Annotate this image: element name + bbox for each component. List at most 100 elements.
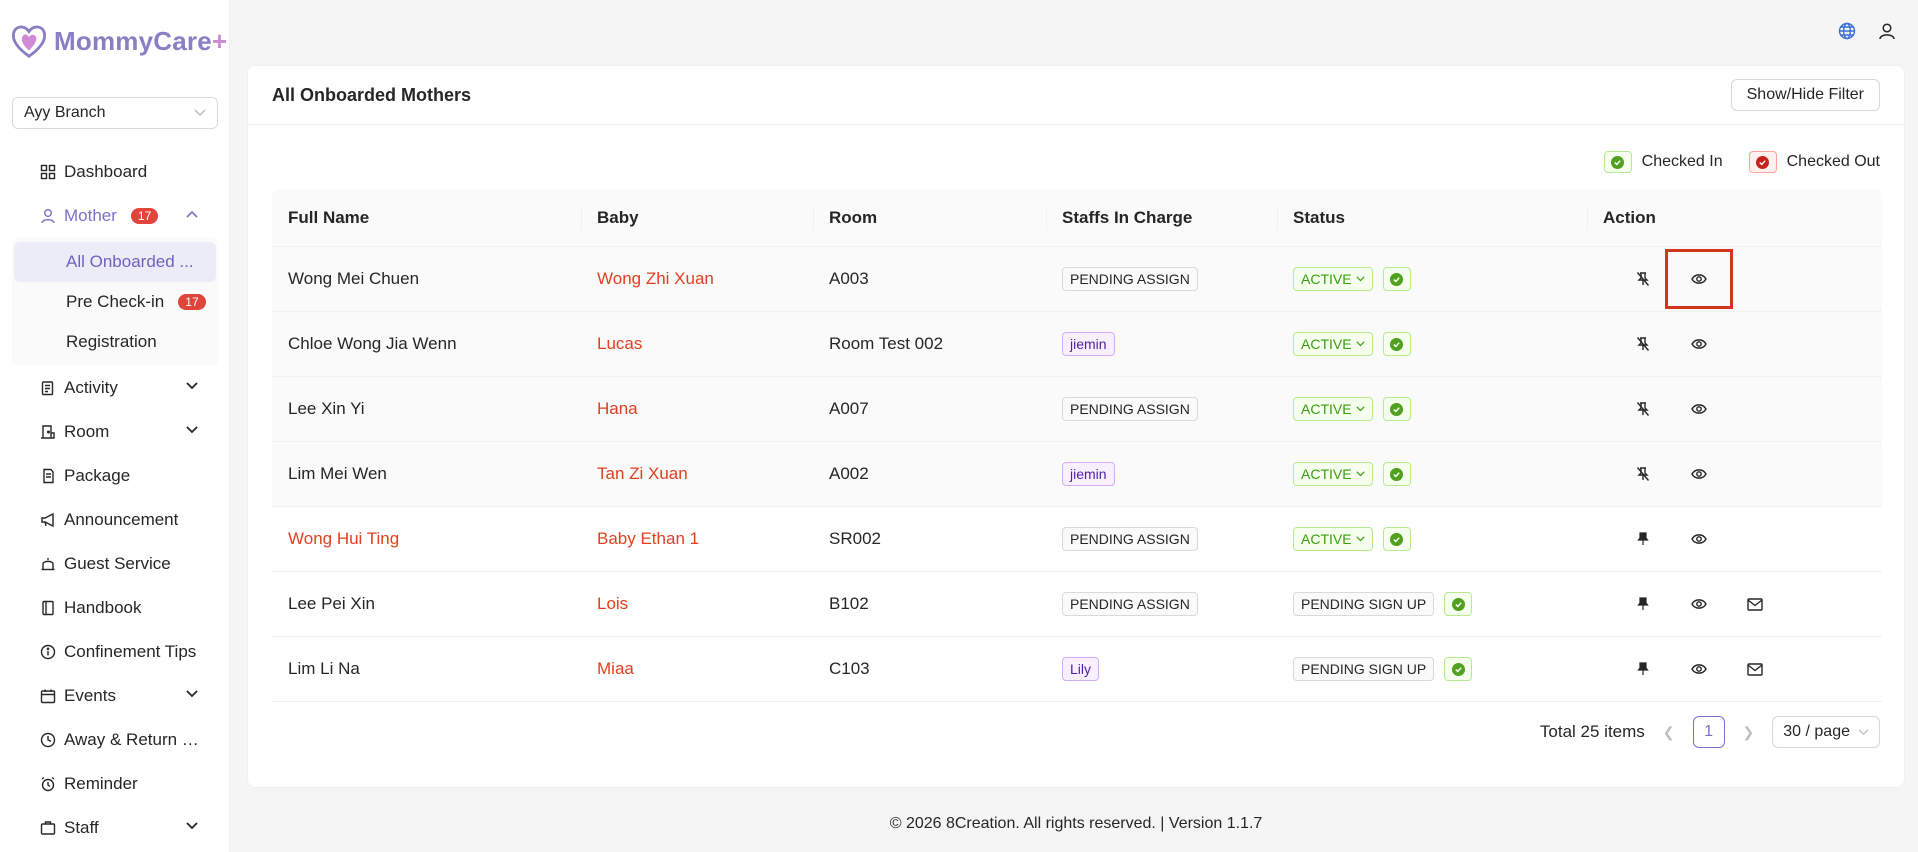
branch-select-value: Ayy Branch [24, 104, 106, 121]
eye-icon [1691, 404, 1707, 414]
cell-actions [1587, 247, 1882, 311]
page-size-select[interactable]: 30 / page [1772, 716, 1880, 748]
mother-name[interactable]: Wong Hui Ting [288, 529, 399, 549]
send-email-button[interactable] [1727, 576, 1783, 632]
status-dropdown[interactable]: ACTIVE [1293, 267, 1373, 291]
staff-tag: jiemin [1062, 462, 1115, 486]
status-value: ACTIVE [1301, 531, 1352, 547]
prev-page-icon[interactable]: ❮ [1663, 724, 1675, 741]
unpin-button[interactable] [1615, 381, 1671, 437]
view-button[interactable] [1671, 381, 1727, 437]
sidebar-item-registration[interactable]: Registration [14, 322, 216, 362]
sidebar-item-confinement-tips[interactable]: Confinement Tips [12, 630, 218, 674]
baby-link[interactable]: Hana [597, 399, 638, 419]
cell-actions [1587, 377, 1882, 441]
sidebar-item-label: Reminder [64, 774, 138, 793]
unpin-button[interactable] [1615, 446, 1671, 502]
status-value: ACTIVE [1301, 336, 1352, 352]
pagination: Total 25 items ❮ 1 ❯ 30 / page [1540, 716, 1880, 748]
table-row[interactable]: Lee Pei Xin Lois B102 PENDING ASSIGN PEN… [272, 572, 1882, 637]
status-legend: Checked In Checked Out [1603, 151, 1880, 173]
unpin-icon [1636, 467, 1650, 481]
globe-icon[interactable] [1838, 22, 1856, 40]
info-icon [40, 644, 56, 660]
status-dropdown[interactable]: ACTIVE [1293, 462, 1373, 486]
cell-staff: jiemin [1046, 312, 1277, 376]
unpin-button[interactable] [1615, 251, 1671, 307]
baby-link[interactable]: Baby Ethan 1 [597, 529, 699, 549]
cell-baby: Miaa [581, 637, 813, 701]
calendar-icon [40, 689, 56, 704]
baby-link[interactable]: Lois [597, 594, 628, 614]
table-row[interactable]: Lim Mei Wen Tan Zi Xuan A002 jiemin ACTI… [272, 442, 1882, 507]
book-icon [42, 600, 54, 616]
sidebar-item-all-onboarded[interactable]: All Onboarded ... [14, 242, 216, 282]
view-button[interactable] [1671, 446, 1727, 502]
pin-button[interactable] [1615, 511, 1671, 567]
unpin-icon [1636, 272, 1650, 286]
cell-actions [1587, 442, 1882, 506]
pin-button[interactable] [1615, 641, 1671, 697]
sidebar-item-reminder[interactable]: Reminder [12, 762, 218, 806]
table-row[interactable]: Wong Hui Ting Baby Ethan 1 SR002 PENDING… [272, 507, 1882, 572]
table-row[interactable]: Wong Mei Chuen Wong Zhi Xuan A003 PENDIN… [272, 247, 1882, 312]
show-hide-filter-button[interactable]: Show/Hide Filter [1730, 79, 1880, 111]
sidebar-item-package[interactable]: Package [12, 454, 218, 498]
branch-select[interactable]: Ayy Branch [12, 97, 218, 129]
sidebar-item-events[interactable]: Events [12, 674, 218, 718]
sidebar-item-mother[interactable]: Mother 17 [12, 194, 218, 238]
sidebar-item-staff[interactable]: Staff [12, 806, 218, 850]
sidebar-item-label: Away & Return L... [64, 730, 204, 749]
room-value: A003 [829, 269, 869, 288]
user-account-icon[interactable] [1878, 22, 1896, 40]
cell-baby: Baby Ethan 1 [581, 507, 813, 571]
chevron-down-icon [1355, 471, 1365, 477]
sidebar-item-room[interactable]: Room [12, 410, 218, 454]
sidebar-item-label: Dashboard [64, 162, 148, 181]
sidebar-item-away-return[interactable]: Away & Return L... [12, 718, 218, 762]
cell-room: A007 [813, 377, 1046, 441]
sidebar-item-pre-check-in[interactable]: Pre Check-in 17 [14, 282, 216, 322]
view-button[interactable] [1671, 511, 1727, 567]
baby-link[interactable]: Tan Zi Xuan [597, 464, 688, 484]
sidebar-item-dashboard[interactable]: Dashboard [12, 150, 218, 194]
status-dropdown[interactable]: ACTIVE [1293, 332, 1373, 356]
baby-link[interactable]: Miaa [597, 659, 634, 679]
unpin-icon [1636, 402, 1650, 416]
check-icon [1390, 467, 1404, 481]
sidebar-item-announcement[interactable]: Announcement [12, 498, 218, 542]
baby-link[interactable]: Lucas [597, 334, 642, 354]
room-icon [41, 425, 55, 439]
status-value: ACTIVE [1301, 466, 1352, 482]
view-button[interactable] [1671, 316, 1727, 372]
page-number-button[interactable]: 1 [1692, 716, 1725, 748]
cell-status: PENDING SIGN UP [1277, 572, 1587, 636]
baby-link[interactable]: Wong Zhi Xuan [597, 269, 714, 289]
page-size-value: 30 / page [1783, 723, 1850, 740]
status-dropdown[interactable]: ACTIVE [1293, 527, 1373, 551]
sidebar-item-handbook[interactable]: Handbook [12, 586, 218, 630]
next-page-icon[interactable]: ❯ [1743, 724, 1755, 741]
eye-icon [1691, 274, 1707, 284]
view-button[interactable] [1671, 576, 1727, 632]
pin-button[interactable] [1615, 576, 1671, 632]
sidebar-item-label: Mother [64, 206, 117, 225]
chevron-down-icon [1355, 406, 1365, 412]
unpin-button[interactable] [1615, 316, 1671, 372]
package-icon [43, 468, 54, 484]
cell-full-name: Chloe Wong Jia Wenn [272, 312, 581, 376]
sidebar-item-guest-service[interactable]: Guest Service [12, 542, 218, 586]
check-icon [1390, 337, 1404, 351]
view-button[interactable] [1665, 249, 1733, 309]
cell-staff: PENDING ASSIGN [1046, 572, 1277, 636]
table-row[interactable]: Chloe Wong Jia Wenn Lucas Room Test 002 … [272, 312, 1882, 377]
status-dropdown[interactable]: ACTIVE [1293, 397, 1373, 421]
table-row[interactable]: Lee Xin Yi Hana A007 PENDING ASSIGN ACTI… [272, 377, 1882, 442]
table-row[interactable]: Lim Li Na Miaa C103 Lily PENDING SIGN UP [272, 637, 1882, 702]
view-button[interactable] [1671, 641, 1727, 697]
send-email-button[interactable] [1727, 641, 1783, 697]
sidebar-item-activity[interactable]: Activity [12, 366, 218, 410]
count-badge: 17 [130, 208, 159, 224]
cell-room: Room Test 002 [813, 312, 1046, 376]
brand-logo[interactable]: MommyCare+ [10, 22, 227, 60]
